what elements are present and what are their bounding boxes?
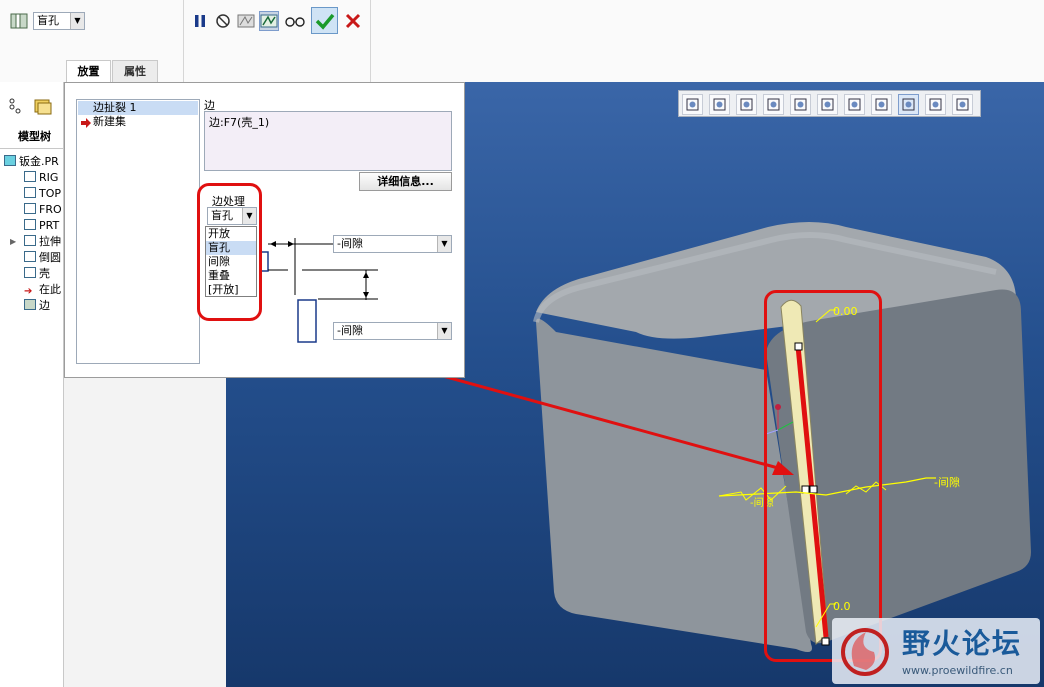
display-style-icon[interactable] [790, 94, 811, 115]
verify-off-icon[interactable] [236, 11, 256, 31]
chevron-down-icon[interactable]: ▼ [437, 323, 451, 339]
spin-center-icon[interactable] [952, 94, 973, 115]
verify-icon[interactable] [259, 11, 279, 31]
chevron-down-icon[interactable]: ▼ [437, 236, 451, 252]
tree-item[interactable]: 倒圆 [24, 250, 61, 266]
view-toolbar [678, 90, 981, 117]
datum-plane-icon [24, 187, 36, 198]
tab-properties[interactable]: 属性 [112, 60, 158, 82]
tree-item-label: 在此 [39, 283, 61, 296]
refit-icon[interactable] [682, 94, 703, 115]
feature-dashboard: 盲孔 ▼ 放置 属性 [0, 0, 1044, 82]
datum-display-icon[interactable] [871, 94, 892, 115]
cancel-x-icon[interactable] [343, 11, 363, 31]
watermark-url: www.proewildfire.cn [902, 664, 1013, 677]
no-preview-icon[interactable] [213, 11, 233, 31]
zoom-in-icon[interactable] [709, 94, 730, 115]
csys-display-icon[interactable] [898, 94, 919, 115]
edge-rip-icon[interactable] [8, 11, 30, 31]
ok-check-icon[interactable] [311, 7, 338, 34]
zoom-out-icon[interactable] [736, 94, 757, 115]
edge-value: 边:F7(壳_1) [209, 116, 270, 129]
tree-item[interactable]: ➔ 在此 [24, 282, 61, 298]
details-button[interactable]: 详细信息... [359, 172, 452, 191]
gap-select-1-value: -间隙 [337, 237, 363, 250]
reference-set-list[interactable]: 边扯裂 1 新建集 [76, 99, 200, 364]
watermark-title: 野火论坛 [902, 627, 1023, 660]
tree-item[interactable]: RIG [24, 170, 58, 186]
tree-item-label: PRT [39, 219, 60, 232]
tree-item-label: 壳 [39, 267, 50, 280]
tree-item[interactable]: 边 [24, 298, 50, 314]
datum-plane-icon [24, 203, 36, 214]
tree-item[interactable]: 壳 [24, 266, 50, 282]
tab-placement[interactable]: 放置 [66, 60, 111, 82]
forum-logo-icon [841, 628, 889, 676]
highlight-box-dropdown [197, 183, 262, 321]
tree-item-label: 边 [39, 299, 50, 312]
expand-arrow-icon[interactable]: ▶ [10, 234, 16, 250]
tree-item[interactable]: 拉伸 [24, 234, 61, 250]
pause-icon[interactable] [190, 11, 210, 31]
tree-item[interactable]: 钣金.PR [4, 154, 59, 170]
tree-item-label: 倒圆 [39, 251, 61, 264]
extrude-icon [24, 235, 36, 246]
sheetmetal-part-icon [4, 155, 16, 166]
tree-item-label: 拉伸 [39, 235, 61, 248]
highlight-box-edge [764, 290, 882, 662]
chevron-down-icon[interactable]: ▼ [70, 13, 84, 29]
gap-select-1[interactable]: -间隙 ▼ [333, 235, 452, 253]
datum-plane-icon [24, 171, 36, 182]
tree-item-label: 钣金.PR [19, 155, 59, 168]
edge-rip-icon [24, 299, 36, 310]
model-tree-header: 模型树 [18, 130, 51, 143]
tree-item[interactable]: FRO [24, 202, 62, 218]
feature-type-select[interactable]: 盲孔 ▼ [33, 12, 85, 30]
red-arrow-icon [80, 117, 92, 129]
glasses-icon[interactable] [283, 11, 307, 31]
feature-type-value: 盲孔 [37, 14, 59, 27]
tree-item-label: FRO [39, 203, 62, 216]
tree-item[interactable]: PRT [24, 218, 59, 234]
forum-watermark: 野火论坛 www.proewildfire.cn [832, 618, 1040, 684]
list-item-new-set[interactable]: 新建集 [93, 115, 126, 129]
folder-browser-icon[interactable] [33, 96, 53, 116]
model-tree-tab-icon[interactable] [8, 98, 24, 116]
edge-collector[interactable]: 边:F7(壳_1) [204, 111, 452, 171]
round-icon [24, 251, 36, 262]
model-tree-pane: 模型树 钣金.PR RIG TOP FRO PRT 拉伸倒圆壳 ➔ 在此边 ▶ [0, 82, 64, 687]
shell-icon [24, 267, 36, 278]
csys-icon [24, 219, 36, 230]
tree-item-label: RIG [39, 171, 59, 184]
gap-label-right[interactable]: -间隙 [934, 474, 960, 490]
repaint-icon[interactable] [763, 94, 784, 115]
gap-select-2-value: -间隙 [337, 324, 363, 337]
tree-item-label: TOP [39, 187, 62, 200]
layers-icon[interactable] [844, 94, 865, 115]
insert-here-icon: ➔ [24, 286, 33, 297]
gap-select-2[interactable]: -间隙 ▼ [333, 322, 452, 340]
saved-views-icon[interactable] [817, 94, 838, 115]
tree-item[interactable]: TOP [24, 186, 61, 202]
list-item-edge-rip[interactable]: 边扯裂 1 [93, 101, 137, 115]
annotation-display-icon[interactable] [925, 94, 946, 115]
